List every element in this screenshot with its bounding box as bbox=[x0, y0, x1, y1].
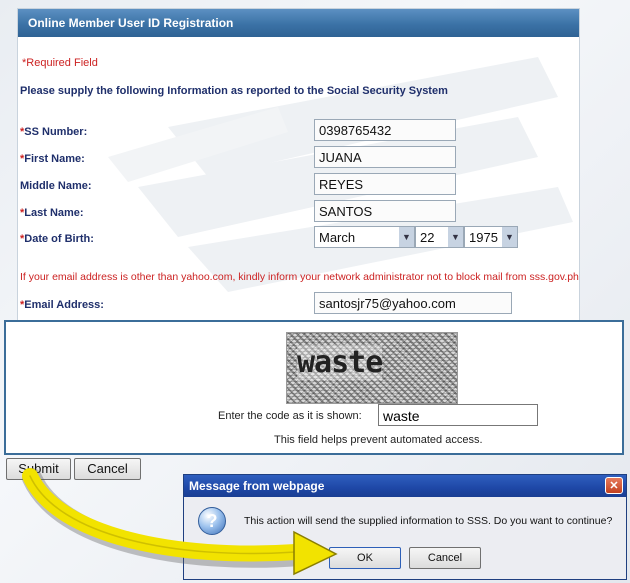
ss-number-field[interactable]: 0398765432 bbox=[314, 119, 456, 141]
submit-button[interactable]: Submit bbox=[6, 458, 71, 480]
dialog-title: Message from webpage bbox=[189, 479, 325, 493]
cancel-button[interactable]: Cancel bbox=[74, 458, 141, 480]
dialog-titlebar: Message from webpage ✕ bbox=[184, 475, 626, 497]
first-name-field[interactable]: JUANA bbox=[314, 146, 456, 168]
middle-name-field[interactable]: REYES bbox=[314, 173, 456, 195]
date-of-birth-label: *Date of Birth: bbox=[20, 233, 94, 245]
middle-name-label: Middle Name: bbox=[20, 180, 92, 192]
birth-day-select[interactable]: 22 ▼ bbox=[415, 226, 464, 248]
last-name-field[interactable]: SANTOS bbox=[314, 200, 456, 222]
email-label: *Email Address: bbox=[20, 299, 104, 311]
instructions-text: Please supply the following Information … bbox=[20, 85, 448, 97]
close-icon[interactable]: ✕ bbox=[605, 477, 623, 494]
captcha-input[interactable]: waste bbox=[378, 404, 538, 426]
birth-year-value: 1975 bbox=[469, 230, 498, 245]
email-warning: If your email address is other than yaho… bbox=[20, 271, 580, 283]
dialog-message: This action will send the supplied infor… bbox=[244, 515, 613, 527]
birth-year-select[interactable]: 1975 ▼ bbox=[464, 226, 518, 248]
chevron-down-icon: ▼ bbox=[448, 227, 463, 247]
registration-panel: Online Member User ID Registration *Requ… bbox=[17, 8, 580, 322]
ss-number-label: *SS Number: bbox=[20, 126, 88, 138]
birth-month-select[interactable]: March ▼ bbox=[314, 226, 415, 248]
captcha-help-text: This field helps prevent automated acces… bbox=[274, 434, 483, 446]
question-icon: ? bbox=[198, 507, 226, 535]
first-name-label: *First Name: bbox=[20, 153, 85, 165]
dialog-ok-button[interactable]: OK bbox=[329, 547, 401, 569]
captcha-panel: waste Enter the code as it is shown: was… bbox=[4, 320, 624, 455]
captcha-image-text: waste bbox=[297, 345, 383, 380]
chevron-down-icon: ▼ bbox=[399, 227, 414, 247]
captcha-image: waste bbox=[286, 332, 458, 404]
confirm-dialog: Message from webpage ✕ ? This action wil… bbox=[183, 474, 627, 580]
chevron-down-icon: ▼ bbox=[502, 227, 517, 247]
captcha-prompt: Enter the code as it is shown: bbox=[218, 410, 362, 422]
dialog-cancel-button[interactable]: Cancel bbox=[409, 547, 481, 569]
panel-title: Online Member User ID Registration bbox=[18, 9, 579, 37]
birth-month-value: March bbox=[319, 230, 356, 245]
required-note: *Required Field bbox=[22, 57, 98, 69]
last-name-label: *Last Name: bbox=[20, 207, 84, 219]
birth-day-value: 22 bbox=[420, 230, 435, 245]
email-field[interactable]: santosjr75@yahoo.com bbox=[314, 292, 512, 314]
